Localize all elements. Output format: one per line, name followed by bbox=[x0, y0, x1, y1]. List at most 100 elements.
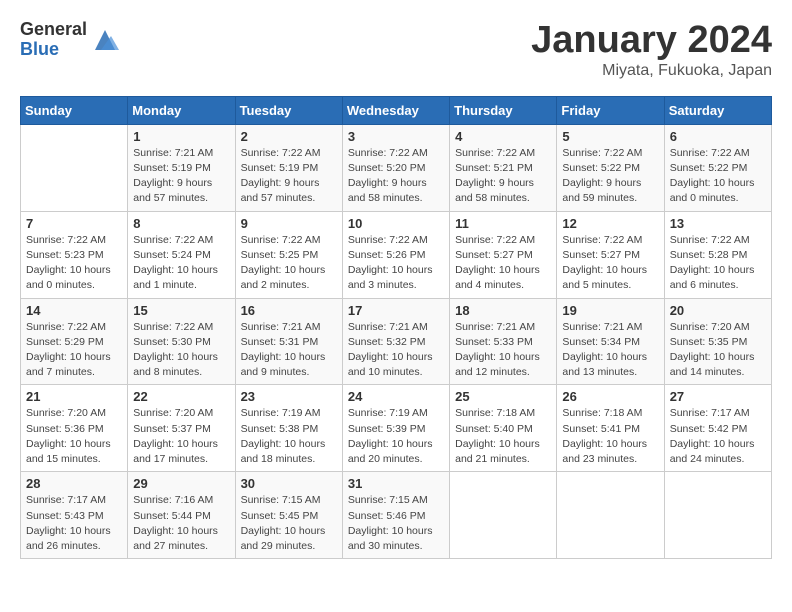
day-info: Sunrise: 7:18 AMSunset: 5:40 PMDaylight:… bbox=[455, 406, 551, 467]
calendar-week-2: 7Sunrise: 7:22 AMSunset: 5:23 PMDaylight… bbox=[21, 211, 772, 298]
month-title: January 2024 bbox=[531, 20, 772, 62]
day-info: Sunrise: 7:22 AMSunset: 5:27 PMDaylight:… bbox=[455, 233, 551, 294]
calendar-cell bbox=[557, 472, 664, 559]
calendar-cell: 13Sunrise: 7:22 AMSunset: 5:28 PMDayligh… bbox=[664, 211, 771, 298]
calendar-cell: 8 Sunrise: 7:22 AMSunset: 5:24 PMDaylight… bbox=[128, 211, 235, 298]
day-info: Sunrise: 7:22 AMSunset: 5:20 PMDaylight:… bbox=[348, 146, 444, 207]
day-info: Sunrise: 7:21 AMSunset: 5:34 PMDaylight:… bbox=[562, 320, 658, 381]
weekday-header-thursday: Thursday bbox=[450, 96, 557, 124]
day-info: Sunrise: 7:22 AMSunset: 5:24 PMDaylight:… bbox=[133, 233, 229, 294]
calendar-cell: 17 Sunrise: 7:21 AMSunset: 5:32 PMDayligh… bbox=[342, 298, 449, 385]
calendar-cell: 27 Sunrise: 7:17 AMSunset: 5:42 PMDayligh… bbox=[664, 385, 771, 472]
calendar-cell bbox=[450, 472, 557, 559]
calendar-cell: 1Sunrise: 7:21 AMSunset: 5:19 PMDaylight… bbox=[128, 124, 235, 211]
calendar-cell: 24 Sunrise: 7:19 AMSunset: 5:39 PMDayligh… bbox=[342, 385, 449, 472]
calendar-cell bbox=[21, 124, 128, 211]
calendar-cell: 15 Sunrise: 7:22 AMSunset: 5:30 PMDayligh… bbox=[128, 298, 235, 385]
day-info: Sunrise: 7:22 AMSunset: 5:26 PMDaylight:… bbox=[348, 233, 444, 294]
calendar-cell: 7Sunrise: 7:22 AMSunset: 5:23 PMDaylight… bbox=[21, 211, 128, 298]
day-info: Sunrise: 7:15 AMSunset: 5:46 PMDaylight:… bbox=[348, 493, 444, 554]
day-number: 8 bbox=[133, 216, 229, 231]
day-info: Sunrise: 7:21 AMSunset: 5:32 PMDaylight:… bbox=[348, 320, 444, 381]
day-number: 28 bbox=[26, 476, 122, 491]
calendar-cell: 25 Sunrise: 7:18 AMSunset: 5:40 PMDayligh… bbox=[450, 385, 557, 472]
weekday-header-sunday: Sunday bbox=[21, 96, 128, 124]
page-header: General Blue January 2024 Miyata, Fukuok… bbox=[20, 20, 772, 80]
calendar-cell bbox=[664, 472, 771, 559]
calendar-week-5: 28Sunrise: 7:17 AMSunset: 5:43 PMDayligh… bbox=[21, 472, 772, 559]
day-number: 1 bbox=[133, 129, 229, 144]
day-number: 21 bbox=[26, 389, 122, 404]
day-number: 2 bbox=[241, 129, 337, 144]
day-number: 14 bbox=[26, 303, 122, 318]
day-number: 15 bbox=[133, 303, 229, 318]
day-number: 16 bbox=[241, 303, 337, 318]
day-number: 25 bbox=[455, 389, 551, 404]
day-number: 12 bbox=[562, 216, 658, 231]
weekday-header-friday: Friday bbox=[557, 96, 664, 124]
day-number: 13 bbox=[670, 216, 766, 231]
calendar-week-3: 14 Sunrise: 7:22 AMSunset: 5:29 PMDayligh… bbox=[21, 298, 772, 385]
day-info: Sunrise: 7:22 AMSunset: 5:22 PMDaylight:… bbox=[562, 146, 658, 207]
calendar-cell: 12 Sunrise: 7:22 AMSunset: 5:27 PMDayligh… bbox=[557, 211, 664, 298]
calendar-cell: 10 Sunrise: 7:22 AMSunset: 5:26 PMDayligh… bbox=[342, 211, 449, 298]
calendar-cell: 28Sunrise: 7:17 AMSunset: 5:43 PMDayligh… bbox=[21, 472, 128, 559]
day-number: 17 bbox=[348, 303, 444, 318]
calendar-cell: 18 Sunrise: 7:21 AMSunset: 5:33 PMDayligh… bbox=[450, 298, 557, 385]
day-number: 6 bbox=[670, 129, 766, 144]
calendar-cell: 23 Sunrise: 7:19 AMSunset: 5:38 PMDayligh… bbox=[235, 385, 342, 472]
weekday-header-monday: Monday bbox=[128, 96, 235, 124]
day-info: Sunrise: 7:22 AMSunset: 5:23 PMDaylight:… bbox=[26, 233, 122, 294]
day-info: Sunrise: 7:20 AMSunset: 5:37 PMDaylight:… bbox=[133, 406, 229, 467]
day-info: Sunrise: 7:20 AMSunset: 5:35 PMDaylight:… bbox=[670, 320, 766, 381]
calendar-table: SundayMondayTuesdayWednesdayThursdayFrid… bbox=[20, 96, 772, 559]
day-number: 4 bbox=[455, 129, 551, 144]
weekday-header-row: SundayMondayTuesdayWednesdayThursdayFrid… bbox=[21, 96, 772, 124]
weekday-header-saturday: Saturday bbox=[664, 96, 771, 124]
day-info: Sunrise: 7:22 AMSunset: 5:21 PMDaylight:… bbox=[455, 146, 551, 207]
day-number: 27 bbox=[670, 389, 766, 404]
day-info: Sunrise: 7:15 AMSunset: 5:45 PMDaylight:… bbox=[241, 493, 337, 554]
calendar-cell: 22Sunrise: 7:20 AMSunset: 5:37 PMDayligh… bbox=[128, 385, 235, 472]
calendar-week-4: 21 Sunrise: 7:20 AMSunset: 5:36 PMDayligh… bbox=[21, 385, 772, 472]
calendar-cell: 6Sunrise: 7:22 AMSunset: 5:22 PMDaylight… bbox=[664, 124, 771, 211]
day-info: Sunrise: 7:20 AMSunset: 5:36 PMDaylight:… bbox=[26, 406, 122, 467]
calendar-cell: 31 Sunrise: 7:15 AMSunset: 5:46 PMDayligh… bbox=[342, 472, 449, 559]
day-number: 3 bbox=[348, 129, 444, 144]
logo-icon bbox=[91, 26, 119, 54]
day-info: Sunrise: 7:22 AMSunset: 5:27 PMDaylight:… bbox=[562, 233, 658, 294]
day-number: 19 bbox=[562, 303, 658, 318]
weekday-header-tuesday: Tuesday bbox=[235, 96, 342, 124]
day-info: Sunrise: 7:21 AMSunset: 5:33 PMDaylight:… bbox=[455, 320, 551, 381]
day-number: 18 bbox=[455, 303, 551, 318]
calendar-cell: 20Sunrise: 7:20 AMSunset: 5:35 PMDayligh… bbox=[664, 298, 771, 385]
calendar-cell: 4 Sunrise: 7:22 AMSunset: 5:21 PMDaylight… bbox=[450, 124, 557, 211]
calendar-cell: 19 Sunrise: 7:21 AMSunset: 5:34 PMDayligh… bbox=[557, 298, 664, 385]
day-number: 31 bbox=[348, 476, 444, 491]
day-number: 30 bbox=[241, 476, 337, 491]
calendar-cell: 2 Sunrise: 7:22 AMSunset: 5:19 PMDaylight… bbox=[235, 124, 342, 211]
calendar-cell: 30 Sunrise: 7:15 AMSunset: 5:45 PMDayligh… bbox=[235, 472, 342, 559]
day-number: 9 bbox=[241, 216, 337, 231]
calendar-cell: 26 Sunrise: 7:18 AMSunset: 5:41 PMDayligh… bbox=[557, 385, 664, 472]
day-number: 26 bbox=[562, 389, 658, 404]
day-number: 10 bbox=[348, 216, 444, 231]
day-info: Sunrise: 7:22 AMSunset: 5:30 PMDaylight:… bbox=[133, 320, 229, 381]
day-info: Sunrise: 7:17 AMSunset: 5:42 PMDaylight:… bbox=[670, 406, 766, 467]
calendar-week-1: 1Sunrise: 7:21 AMSunset: 5:19 PMDaylight… bbox=[21, 124, 772, 211]
day-number: 23 bbox=[241, 389, 337, 404]
day-info: Sunrise: 7:19 AMSunset: 5:38 PMDaylight:… bbox=[241, 406, 337, 467]
day-number: 24 bbox=[348, 389, 444, 404]
logo-blue-text: Blue bbox=[20, 40, 87, 60]
day-info: Sunrise: 7:18 AMSunset: 5:41 PMDaylight:… bbox=[562, 406, 658, 467]
weekday-header-wednesday: Wednesday bbox=[342, 96, 449, 124]
day-number: 5 bbox=[562, 129, 658, 144]
day-info: Sunrise: 7:22 AMSunset: 5:29 PMDaylight:… bbox=[26, 320, 122, 381]
calendar-cell: 16Sunrise: 7:21 AMSunset: 5:31 PMDayligh… bbox=[235, 298, 342, 385]
logo: General Blue bbox=[20, 20, 119, 60]
calendar-cell: 21 Sunrise: 7:20 AMSunset: 5:36 PMDayligh… bbox=[21, 385, 128, 472]
day-info: Sunrise: 7:19 AMSunset: 5:39 PMDaylight:… bbox=[348, 406, 444, 467]
day-info: Sunrise: 7:22 AMSunset: 5:19 PMDaylight:… bbox=[241, 146, 337, 207]
logo-general-text: General bbox=[20, 20, 87, 40]
calendar-cell: 29Sunrise: 7:16 AMSunset: 5:44 PMDayligh… bbox=[128, 472, 235, 559]
